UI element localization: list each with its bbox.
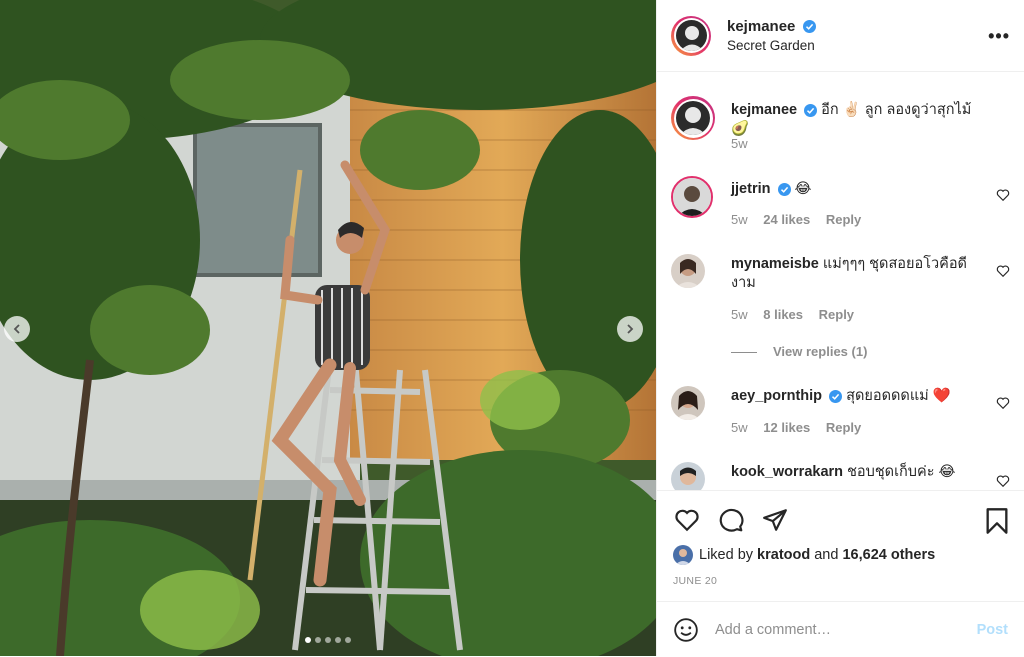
caption-username[interactable]: kejmanee — [731, 102, 797, 118]
comment-input[interactable] — [713, 620, 957, 639]
comments-list[interactable]: kejmanee อีก ✌🏻 ลูก ลองดูว่าสุกไม้ 🥑 5w … — [657, 72, 1024, 490]
verified-badge-icon — [802, 20, 816, 34]
post-comment-button[interactable]: Post — [977, 622, 1008, 638]
carousel-dot — [335, 637, 341, 643]
carousel-dot — [315, 637, 321, 643]
more-options-icon[interactable]: ••• — [988, 26, 1010, 47]
chevron-right-icon — [627, 324, 634, 334]
comment-text: 😂 — [794, 181, 812, 197]
view-replies-label: View replies (1) — [773, 344, 868, 359]
carousel-dot — [345, 637, 351, 643]
like-comment-heart-icon[interactable] — [996, 396, 1010, 410]
post-header: kejmanee Secret Garden ••• — [657, 0, 1024, 72]
carousel-dot — [305, 637, 311, 643]
replies-divider — [731, 352, 757, 354]
add-comment-bar: Post — [657, 601, 1024, 657]
reply-button[interactable]: Reply — [826, 420, 861, 435]
comment-avatar[interactable] — [671, 386, 705, 420]
post-photo[interactable] — [0, 0, 656, 656]
comment-username[interactable]: jjetrin — [731, 181, 770, 197]
comment-time[interactable]: 5w — [731, 307, 748, 322]
comment-item: mynameisbe แม่ๆๆๆ ชุดสอยอโวคือดีงาม 5w 8… — [671, 254, 1010, 364]
avatar-image — [676, 101, 710, 135]
like-comment-heart-icon[interactable] — [996, 474, 1010, 488]
post-date[interactable]: JUNE 20 — [673, 575, 717, 587]
comment-likes[interactable]: 8 likes — [763, 307, 803, 322]
next-photo-button[interactable] — [617, 316, 643, 342]
liked-by-prefix: Liked by — [699, 547, 758, 563]
carousel-dot — [325, 637, 331, 643]
comment-text: สุดยอดดดแม่ ❤️ — [846, 388, 951, 404]
avatar-image — [671, 386, 705, 420]
comment-text: ชอบชุดเก็บค่ะ 😂 — [847, 464, 956, 480]
likes-summary[interactable]: Liked by kratood and 16,624 others — [673, 545, 935, 565]
post-location[interactable]: Secret Garden — [727, 38, 816, 54]
like-heart-icon[interactable] — [673, 507, 701, 533]
share-paper-plane-icon[interactable] — [761, 507, 789, 533]
liker-avatar — [673, 545, 693, 565]
comment-avatar[interactable] — [671, 462, 705, 490]
author-avatar[interactable] — [671, 15, 711, 56]
save-bookmark-icon[interactable] — [985, 507, 1009, 535]
verified-badge-icon — [829, 389, 843, 403]
post-sidebar: kejmanee Secret Garden ••• kejmanee อีก … — [656, 0, 1024, 656]
verified-badge-icon — [804, 103, 818, 117]
comment-likes[interactable]: 24 likes — [763, 212, 810, 227]
comment-username[interactable]: aey_pornthip — [731, 388, 822, 404]
avatar-image — [675, 20, 707, 51]
like-comment-heart-icon[interactable] — [996, 188, 1010, 202]
avatar-image — [671, 462, 705, 490]
likes-count[interactable]: 16,624 others — [842, 547, 935, 563]
comment-time[interactable]: 5w — [731, 420, 748, 435]
carousel-indicator — [0, 637, 656, 643]
author-username[interactable]: kejmanee — [727, 18, 795, 35]
reply-button[interactable]: Reply — [819, 307, 854, 322]
comment-username[interactable]: mynameisbe — [731, 256, 819, 272]
reply-button[interactable]: Reply — [826, 212, 861, 227]
comment-avatar[interactable] — [671, 254, 705, 288]
comment-username[interactable]: kook_worrakarn — [731, 464, 843, 480]
avatar-image — [673, 545, 693, 565]
liked-by-and: and — [810, 547, 843, 563]
post-caption: kejmanee อีก ✌🏻 ลูก ลองดูว่าสุกไม้ 🥑 5w — [671, 96, 1010, 156]
caption-avatar[interactable] — [671, 96, 715, 140]
emoji-icon[interactable] — [673, 617, 699, 643]
post-actions: Liked by kratood and 16,624 others JUNE … — [657, 490, 1024, 601]
comment-item: aey_pornthip สุดยอดดดแม่ ❤️ 5w 12 likes … — [671, 386, 1010, 446]
view-replies-button[interactable]: View replies (1) — [731, 344, 867, 359]
comment-bubble-icon[interactable] — [717, 507, 745, 533]
liked-by-user[interactable]: kratood — [757, 547, 810, 563]
avatar-image — [673, 178, 711, 216]
comment-time[interactable]: 5w — [731, 212, 748, 227]
photo-scene — [0, 0, 656, 656]
chevron-left-icon — [13, 324, 20, 334]
avatar-image — [671, 254, 705, 288]
comment-item: kook_worrakarn ชอบชุดเก็บค่ะ 😂 — [671, 462, 1010, 490]
prev-photo-button[interactable] — [4, 316, 30, 342]
comment-likes[interactable]: 12 likes — [763, 420, 810, 435]
comment-avatar[interactable] — [671, 176, 713, 218]
verified-badge-icon — [777, 182, 791, 196]
comment-item: jjetrin 😂 5w 24 likes Reply — [671, 176, 1010, 236]
like-comment-heart-icon[interactable] — [996, 264, 1010, 278]
caption-time[interactable]: 5w — [731, 136, 748, 151]
